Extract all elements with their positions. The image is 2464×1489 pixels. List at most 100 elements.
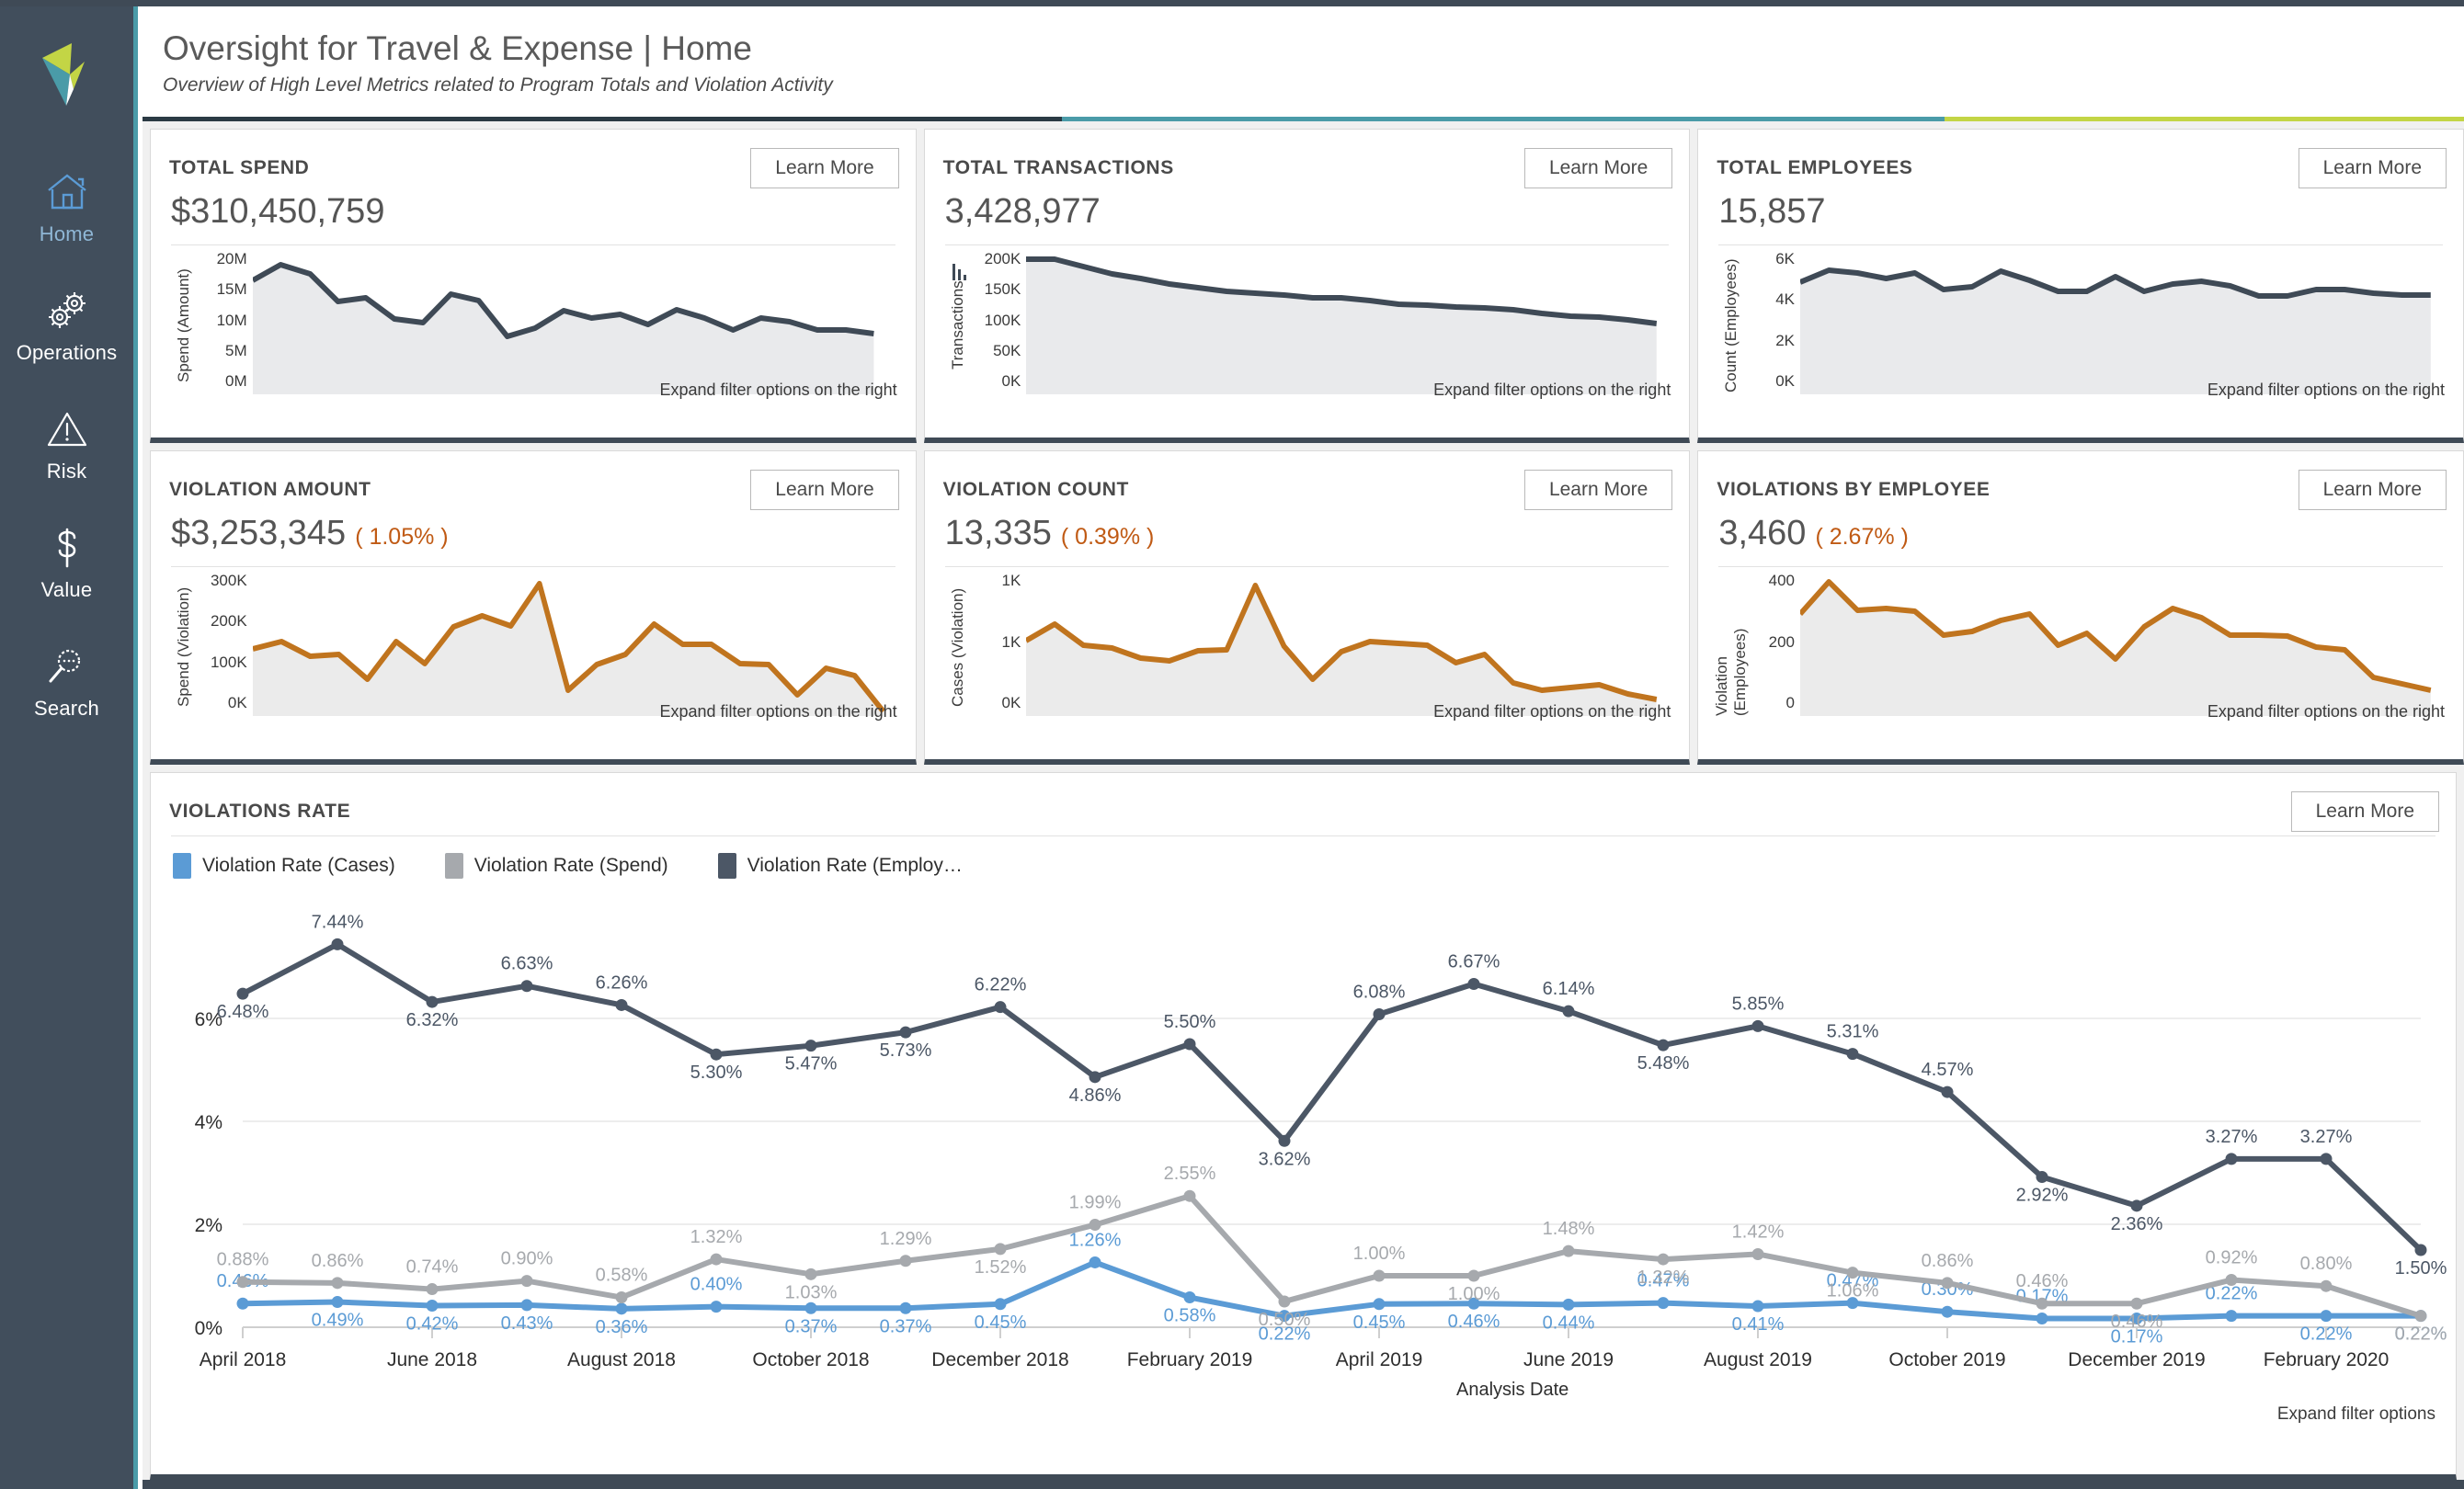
svg-text:0.37%: 0.37%	[785, 1316, 838, 1336]
card-title: TOTAL TRANSACTIONS	[942, 157, 1174, 178]
page-title: Oversight for Travel & Expense | Home	[163, 29, 752, 67]
tick: 0K	[1775, 371, 1796, 390]
legend-item-cases[interactable]: Violation Rate (Cases)	[173, 853, 395, 879]
svg-text:0.45%: 0.45%	[975, 1313, 1027, 1333]
tick: 2K	[1775, 331, 1796, 349]
learn-more-button[interactable]: Learn More	[1523, 470, 1673, 510]
tick: 0K	[1001, 372, 1021, 390]
card-total-spend: TOTAL SPEND Learn More $310,450,759 Spen…	[150, 129, 917, 443]
svg-text:0.49%: 0.49%	[312, 1311, 364, 1331]
tick: 200	[1768, 632, 1796, 651]
card-violation-amount: VIOLATION AMOUNT Learn More $3,253,345 (…	[150, 450, 917, 765]
tick: 20M	[216, 250, 247, 267]
expand-filter-note: Expand filter options on the right	[659, 702, 897, 721]
svg-text:2.92%: 2.92%	[2016, 1185, 2069, 1205]
card-delta-badge: ( 1.05% )	[355, 524, 449, 550]
magnifier-icon	[46, 642, 88, 690]
svg-text:1.32%: 1.32%	[1637, 1267, 1690, 1288]
svg-text:0.50%: 0.50%	[1259, 1310, 1311, 1330]
gears-icon	[45, 287, 89, 335]
svg-text:April 2018: April 2018	[200, 1349, 287, 1370]
tick: 4K	[1775, 290, 1796, 309]
card-value: 3,428,977	[944, 192, 1101, 231]
sidebar-item-value[interactable]: Value	[0, 524, 136, 602]
tick: 100K	[984, 311, 1021, 329]
sparkline-svg	[1800, 579, 2432, 716]
y-axis-title: Cases (Violation)	[948, 587, 966, 707]
svg-text:0%: 0%	[195, 1318, 222, 1339]
sparkline-area: Violation (Employees) 400 200 0 Expand f…	[1698, 567, 2463, 729]
svg-text:0.40%: 0.40%	[690, 1275, 743, 1295]
sidebar-item-label: Home	[39, 222, 95, 245]
learn-more-button[interactable]: Learn More	[750, 148, 899, 188]
sparkline-area: Count (Employees) 6K 4K 2K 0K Expand fil…	[1698, 245, 2463, 407]
legend-item-employees[interactable]: Violation Rate (Employ…	[717, 853, 963, 879]
svg-text:6.22%: 6.22%	[975, 975, 1027, 995]
card-total-employees: TOTAL EMPLOYEES Learn More 15,857 Count …	[1697, 129, 2464, 443]
svg-text:0.43%: 0.43%	[501, 1313, 553, 1334]
learn-more-button[interactable]: Learn More	[750, 470, 899, 510]
x-axis-title: Analysis Date	[1456, 1380, 1569, 1400]
card-value-row: $310,450,759	[151, 187, 916, 244]
tick: 1K	[1001, 632, 1021, 651]
sidebar-item-search[interactable]: Search	[0, 642, 136, 721]
card-title: VIOLATION COUNT	[942, 479, 1129, 500]
y-axis-title: Spend (Amount)	[175, 268, 192, 382]
sidebar-item-label: Value	[40, 578, 93, 601]
sparkline-svg	[1026, 256, 1658, 394]
card-value-row: 15,857	[1698, 187, 2463, 244]
card-header: VIOLATIONS BY EMPLOYEE Learn More	[1698, 451, 2463, 510]
y-axis-ticks: 300K 200K 100K 0K	[195, 573, 253, 716]
svg-text:0.88%: 0.88%	[217, 1250, 269, 1270]
tick: 150K	[984, 280, 1021, 299]
svg-text:October 2019: October 2019	[1888, 1349, 2005, 1370]
expand-filter-note: Expand filter options on the right	[659, 381, 897, 399]
sparkline-plot	[1800, 578, 2443, 716]
sidebar-item-home[interactable]: Home	[0, 168, 136, 246]
house-icon	[46, 168, 88, 216]
sparkline-svg	[1026, 583, 1658, 716]
expand-filter-note: Expand filter options	[2276, 1404, 2435, 1424]
violations-rate-chart: 0% 2% 4% 6% April 2018 June 2018 August 2018 Oc…	[151, 879, 2456, 1430]
svg-text:1.00%: 1.00%	[1353, 1244, 1406, 1264]
svg-text:2.55%: 2.55%	[1164, 1164, 1216, 1184]
legend-swatch	[173, 853, 191, 879]
card-header: TOTAL EMPLOYEES Learn More	[1698, 130, 2463, 188]
sidebar-item-operations[interactable]: Operations	[0, 287, 136, 365]
warning-triangle-icon	[46, 405, 88, 453]
svg-text:0.41%: 0.41%	[1732, 1314, 1785, 1335]
legend-item-spend[interactable]: Violation Rate (Spend)	[444, 853, 668, 879]
learn-more-button[interactable]: Learn More	[2298, 148, 2447, 188]
expand-filter-note: Expand filter options on the right	[2207, 381, 2446, 399]
svg-text:5.85%: 5.85%	[1732, 994, 1785, 1014]
learn-more-button[interactable]: Learn More	[1523, 148, 1673, 188]
page-subtitle: Overview of High Level Metrics related t…	[163, 74, 833, 96]
svg-text:0.22%: 0.22%	[2395, 1324, 2447, 1345]
chart-legend: Violation Rate (Cases) Violation Rate (S…	[151, 836, 2456, 879]
bottom-accent-bar	[143, 1480, 2464, 1489]
card-violations-rate: VIOLATIONS RATE Learn More Violation Rat…	[150, 772, 2457, 1480]
learn-more-button[interactable]: Learn More	[2298, 470, 2447, 510]
svg-text:2.36%: 2.36%	[2111, 1214, 2163, 1234]
sidebar-item-risk[interactable]: Risk	[0, 405, 136, 483]
oversight-logo	[26, 34, 108, 117]
tick: 400	[1768, 572, 1796, 589]
svg-text:0.46%: 0.46%	[2016, 1271, 2069, 1291]
svg-text:February 2019: February 2019	[1127, 1349, 1253, 1370]
card-header: TOTAL TRANSACTIONS Learn More	[925, 130, 1690, 188]
sparkline-plot	[252, 256, 895, 394]
svg-text:August 2018: August 2018	[567, 1349, 676, 1370]
sparkline-svg	[252, 581, 885, 716]
svg-text:5.31%: 5.31%	[1827, 1022, 1879, 1042]
svg-text:6.32%: 6.32%	[406, 1010, 459, 1030]
card-value: 15,857	[1718, 192, 1826, 231]
learn-more-button[interactable]: Learn More	[2290, 791, 2439, 832]
svg-text:0.92%: 0.92%	[2206, 1247, 2258, 1267]
y-axis-title: Violation (Employees)	[1713, 628, 1750, 716]
page-header: Oversight for Travel & Expense | Home Ov…	[143, 6, 2464, 119]
svg-text:1.99%: 1.99%	[1069, 1193, 1122, 1213]
top-accent-bar	[0, 0, 2464, 6]
svg-text:February 2020: February 2020	[2264, 1349, 2390, 1370]
svg-text:4.57%: 4.57%	[1922, 1060, 1974, 1080]
svg-text:1.32%: 1.32%	[690, 1227, 743, 1247]
